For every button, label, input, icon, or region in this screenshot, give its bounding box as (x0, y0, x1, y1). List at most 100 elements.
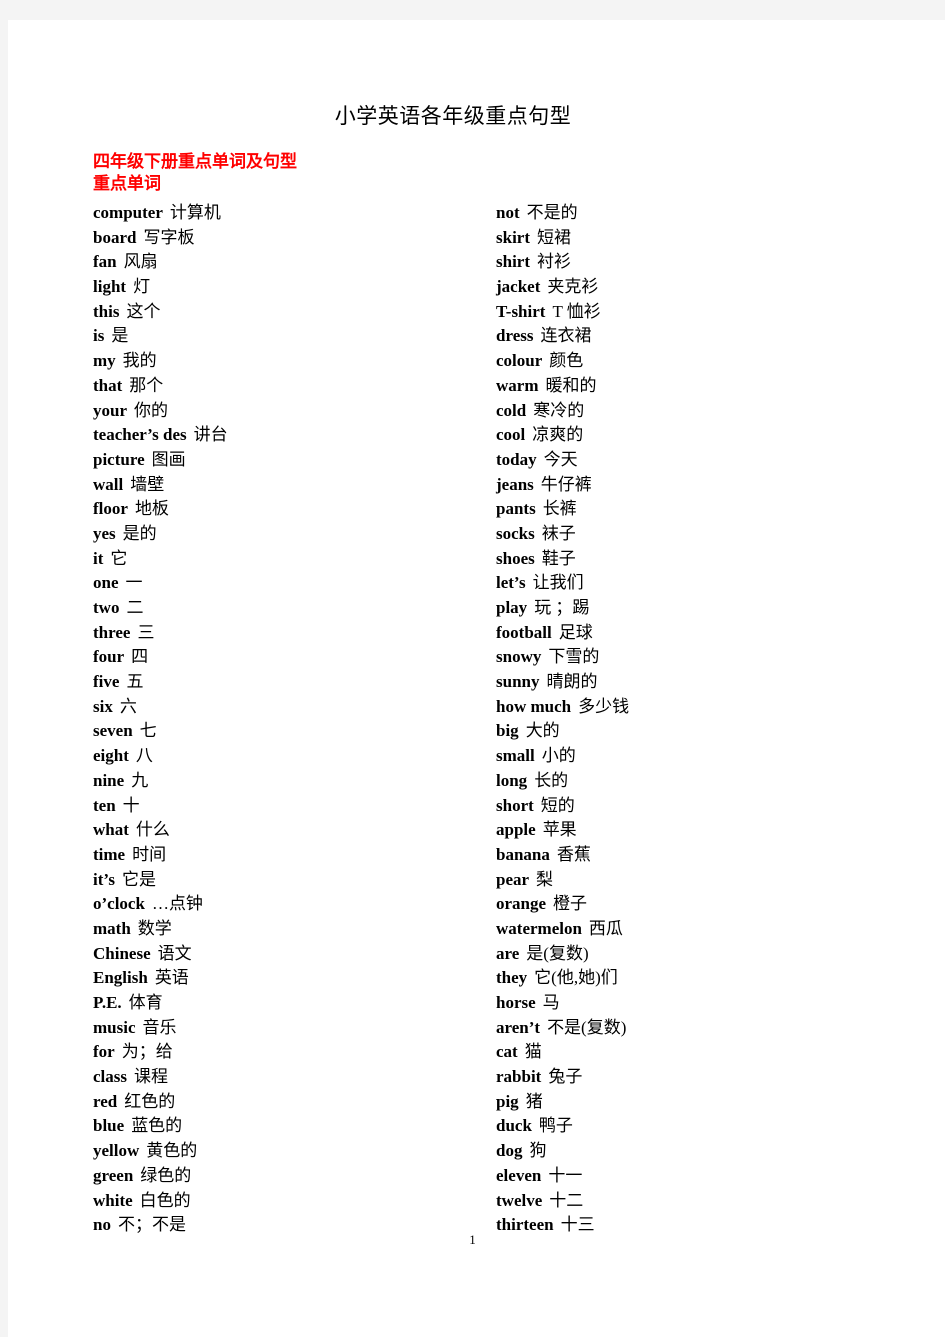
vocabulary-entry: duck 鸭子 (496, 1114, 916, 1139)
vocabulary-term: time (93, 844, 126, 864)
vocabulary-entry: white 白色的 (93, 1189, 493, 1214)
vocabulary-entry: eleven 十一 (496, 1164, 916, 1189)
vocabulary-gloss: 连衣裙 (540, 326, 592, 346)
vocabulary-term: four (93, 647, 125, 667)
vocabulary-entry: football 足球 (496, 621, 916, 646)
vocabulary-term: wall (93, 474, 124, 494)
vocabulary-term: green (93, 1165, 134, 1185)
vocabulary-term: this (93, 301, 120, 321)
vocabulary-gloss: 课程 (134, 1067, 168, 1087)
vocabulary-gloss: 短的 (540, 795, 575, 815)
vocabulary-entry: twelve 十二 (496, 1189, 916, 1214)
vocabulary-term: horse (496, 993, 536, 1012)
vocabulary-entry: for 为；给 (93, 1040, 493, 1065)
vocabulary-gloss: 写字板 (143, 227, 195, 247)
vocabulary-gloss: 蓝色的 (131, 1116, 183, 1136)
vocabulary-term: your (93, 400, 127, 420)
vocabulary-term: T-shirt (496, 301, 546, 321)
vocabulary-entry: pear 梨 (496, 868, 916, 893)
vocabulary-term: math (93, 918, 131, 938)
vocabulary-gloss: 白色的 (139, 1190, 191, 1210)
vocabulary-gloss: 不是(复数) (547, 1017, 627, 1037)
vocabulary-gloss: 体育 (128, 993, 163, 1012)
vocabulary-term: music (93, 1017, 136, 1037)
vocabulary-entry: jacket 夹克衫 (496, 275, 916, 300)
vocabulary-term: is (93, 326, 105, 346)
vocabulary-column-right: not 不是的 skirt 短裙 shirt 衬衫 jacket 夹克衫 T-shirt T 恤衫… (496, 201, 916, 1238)
vocabulary-gloss: 袜子 (541, 523, 576, 543)
vocabulary-entry: English 英语 (93, 966, 493, 991)
vocabulary-gloss: T 恤衫 (552, 301, 601, 321)
vocabulary-gloss: 为；给 (121, 1042, 173, 1062)
vocabulary-term: orange (496, 894, 547, 914)
vocabulary-term: yellow (93, 1141, 140, 1161)
vocabulary-entry: eight 八 (93, 744, 493, 769)
vocabulary-term: colour (496, 351, 543, 371)
vocabulary-term: how much (496, 696, 572, 716)
vocabulary-entry: socks 袜子 (496, 522, 916, 547)
vocabulary-term: football (496, 622, 552, 642)
vocabulary-term: today (496, 449, 537, 469)
vocabulary-gloss: 猫 (524, 1042, 542, 1062)
vocabulary-entry: floor 地板 (93, 497, 493, 522)
vocabulary-term: for (93, 1042, 115, 1062)
vocabulary-term: my (93, 351, 116, 371)
vocabulary-term: duck (496, 1116, 532, 1136)
vocabulary-term: shirt (496, 252, 530, 272)
vocabulary-term: jeans (496, 474, 534, 494)
vocabulary-gloss: 那个 (129, 375, 164, 395)
vocabulary-entry: Chinese 语文 (93, 942, 493, 967)
document-page: 小学英语各年级重点句型 四年级下册重点单词及句型 重点单词 computer 计算… (8, 20, 945, 1337)
vocabulary-entry: T-shirt T 恤衫 (496, 300, 916, 325)
vocabulary-entry: orange 橙子 (496, 892, 916, 917)
vocabulary-term: board (93, 227, 137, 247)
vocabulary-term: it’s (93, 869, 116, 889)
vocabulary-gloss: 三 (137, 622, 155, 642)
vocabulary-gloss: 十二 (549, 1190, 584, 1210)
vocabulary-term: warm (496, 375, 539, 395)
vocabulary-gloss: 夹克衫 (547, 277, 599, 297)
vocabulary-column-left: computer 计算机 board 写字板 fan 风扇 light 灯 this 这个 is 是 m… (93, 201, 493, 1238)
vocabulary-entry: two 二 (93, 596, 493, 621)
vocabulary-gloss: 猪 (525, 1091, 543, 1111)
vocabulary-entry: cold 寒冷的 (496, 399, 916, 424)
vocabulary-entry: computer 计算机 (93, 201, 493, 226)
vocabulary-term: light (93, 277, 127, 297)
vocabulary-gloss: 英语 (154, 968, 189, 988)
vocabulary-entry: fan 风扇 (93, 250, 493, 275)
vocabulary-entry: pig 猪 (496, 1090, 916, 1115)
vocabulary-gloss: 四 (131, 647, 149, 667)
vocabulary-gloss: 苹果 (542, 820, 577, 840)
vocabulary-gloss: 长裤 (542, 499, 577, 519)
vocabulary-entry: board 写字板 (93, 226, 493, 251)
vocabulary-term: apple (496, 820, 536, 840)
vocabulary-entry: this 这个 (93, 300, 493, 325)
vocabulary-term: short (496, 795, 534, 815)
vocabulary-entry: red 红色的 (93, 1090, 493, 1115)
vocabulary-entry: shoes 鞋子 (496, 547, 916, 572)
vocabulary-gloss: 它(他,她)们 (534, 968, 618, 988)
vocabulary-gloss: 暖和的 (545, 375, 597, 395)
vocabulary-term: cold (496, 400, 527, 420)
subsection-heading: 重点单词 (93, 174, 161, 193)
vocabulary-term: snowy (496, 647, 542, 667)
vocabulary-term: small (496, 746, 535, 766)
vocabulary-term: yes (93, 523, 116, 543)
vocabulary-gloss: 音乐 (142, 1017, 177, 1037)
vocabulary-gloss: 短裙 (537, 227, 571, 247)
vocabulary-term: pear (496, 869, 530, 889)
vocabulary-entry: watermelon 西瓜 (496, 917, 916, 942)
vocabulary-entry: one 一 (93, 571, 493, 596)
vocabulary-entry: math 数学 (93, 917, 493, 942)
vocabulary-entry: light 灯 (93, 275, 493, 300)
vocabulary-gloss: 八 (135, 746, 153, 766)
vocabulary-gloss: 灯 (133, 277, 151, 297)
vocabulary-entry: picture 图画 (93, 448, 493, 473)
vocabulary-entry: big 大的 (496, 719, 916, 744)
vocabulary-gloss: 梨 (536, 869, 554, 889)
vocabulary-entry: what 什么 (93, 818, 493, 843)
vocabulary-entry: apple 苹果 (496, 818, 916, 843)
vocabulary-entry: six 六 (93, 695, 493, 720)
vocabulary-entry: cat 猫 (496, 1040, 916, 1065)
vocabulary-entry: not 不是的 (496, 201, 916, 226)
